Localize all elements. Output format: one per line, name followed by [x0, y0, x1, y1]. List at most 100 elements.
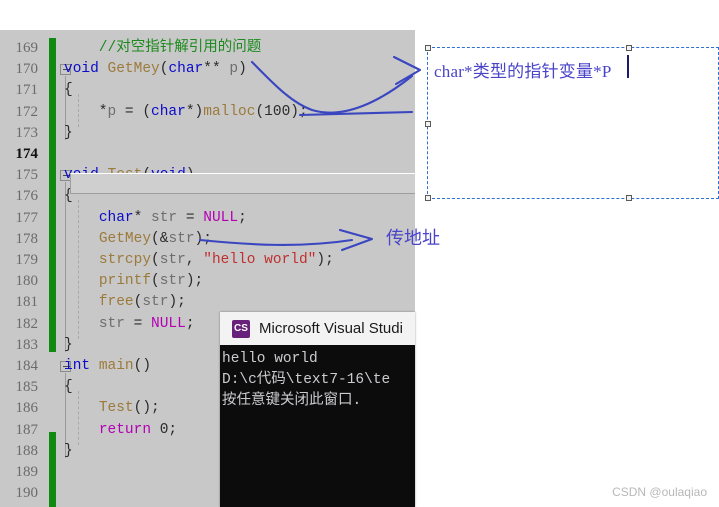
line-number: 169	[15, 40, 39, 56]
code-line[interactable]: {	[64, 80, 73, 101]
code-token: str	[142, 294, 169, 311]
code-token: );	[316, 252, 334, 268]
console-window[interactable]: CS Microsoft Visual Studi hello world D:\…	[220, 312, 415, 507]
code-token: = (	[116, 103, 152, 120]
code-token: );	[185, 273, 204, 290]
line-number: 190	[15, 485, 39, 502]
code-token: int	[64, 358, 99, 374]
indent-guide	[78, 200, 79, 339]
code-token: void	[64, 61, 108, 78]
code-token: *)	[185, 103, 204, 120]
line-number: 174	[15, 146, 39, 162]
code-token: ();	[133, 400, 160, 417]
code-line[interactable]: }	[64, 441, 73, 462]
watermark: CSDN @oulaqiao	[612, 485, 707, 499]
code-token: "hello world"	[203, 252, 317, 268]
resize-handle-top-middle[interactable]	[626, 45, 632, 51]
code-line[interactable]: int main()	[64, 356, 151, 377]
code-token: p	[107, 103, 117, 120]
code-line[interactable]: *p = (char*)malloc(100);	[64, 102, 308, 123]
text-caret	[627, 55, 629, 78]
resize-handle-bottom-left[interactable]	[425, 195, 431, 201]
annotation-textbox[interactable]: char*类型的指针变量*P	[425, 45, 719, 201]
current-line-highlight	[70, 173, 415, 194]
code-token: ;	[238, 209, 247, 226]
line-number: 189	[15, 464, 39, 480]
line-number: 187	[15, 421, 39, 438]
code-token: str	[159, 273, 186, 290]
code-token: ,	[185, 252, 204, 268]
code-token: printf	[98, 273, 152, 290]
code-token: NULL	[203, 209, 239, 226]
code-token: }	[64, 124, 73, 141]
code-line[interactable]: //对空指针解引用的问题	[64, 38, 261, 59]
code-token: GetMey	[107, 61, 160, 78]
code-token: str	[151, 209, 178, 226]
line-number: 170	[15, 61, 39, 78]
code-token: str	[159, 252, 186, 268]
line-number: 176	[15, 188, 39, 205]
line-number: 182	[15, 315, 39, 332]
code-line[interactable]: {	[64, 377, 73, 398]
code-token: free	[98, 294, 134, 311]
code-line[interactable]: void GetMey(char** p)	[64, 59, 247, 80]
console-output: hello world D:\c代码\text7-16\te 按任意键关闭此窗口.	[220, 345, 415, 412]
code-token: )	[238, 61, 247, 78]
code-token: //对空指针解引用的问题	[64, 40, 262, 56]
code-line[interactable]: }	[64, 335, 73, 356]
annotation-textbox-value: char*类型的指针变量*P	[434, 62, 612, 81]
code-line[interactable]: GetMey(&str);	[64, 229, 212, 250]
code-line[interactable]: strcpy(str, "hello world");	[64, 250, 334, 271]
resize-handle-bottom-middle[interactable]	[626, 195, 632, 201]
indent-guide	[78, 391, 79, 445]
console-line: 按任意键关闭此窗口.	[222, 393, 362, 409]
line-number: 171	[15, 82, 39, 99]
code-line[interactable]: char* str = NULL;	[64, 208, 247, 229]
code-token: str	[98, 315, 125, 332]
console-title-bar[interactable]: CS Microsoft Visual Studi	[220, 312, 415, 345]
code-token: char	[151, 103, 186, 120]
code-token: p	[229, 61, 239, 78]
code-token: GetMey	[98, 230, 152, 247]
change-bar-saved-lower	[49, 432, 56, 507]
code-token: main	[98, 358, 134, 374]
line-number: 175	[15, 167, 39, 184]
pass-address-label: 传地址	[386, 228, 440, 248]
code-token: {	[64, 379, 73, 396]
line-number: 181	[15, 294, 39, 311]
code-line[interactable]: }	[64, 123, 73, 144]
code-token: NULL	[151, 315, 186, 332]
code-token: *	[133, 209, 152, 226]
indent-guide	[78, 94, 79, 127]
resize-handle-top-left[interactable]	[425, 45, 431, 51]
code-line[interactable]: free(str);	[64, 292, 186, 313]
code-token: 100	[264, 103, 291, 120]
line-number: 185	[15, 379, 39, 396]
console-title-text: Microsoft Visual Studi	[259, 320, 403, 337]
code-line[interactable]: str = NULL;	[64, 314, 195, 335]
code-line[interactable]: return 0;	[64, 420, 177, 441]
code-token: Test	[98, 400, 134, 417]
console-line: D:\c代码\text7-16\te	[222, 372, 391, 388]
line-number: 173	[15, 124, 39, 141]
line-number: 178	[15, 230, 39, 247]
resize-handle-middle-left[interactable]	[425, 121, 431, 127]
code-token: ;	[185, 315, 195, 332]
code-token: (	[151, 252, 160, 268]
code-token: }	[64, 336, 73, 353]
code-line[interactable]: printf(str);	[64, 271, 203, 292]
line-number: 183	[15, 336, 39, 353]
code-token: malloc	[203, 103, 256, 120]
line-number: 186	[15, 400, 39, 417]
code-token: char	[168, 61, 204, 78]
line-number: 184	[15, 358, 39, 374]
code-token: (	[151, 273, 160, 290]
change-bar-saved-upper	[49, 38, 56, 352]
line-number: 177	[15, 209, 39, 226]
